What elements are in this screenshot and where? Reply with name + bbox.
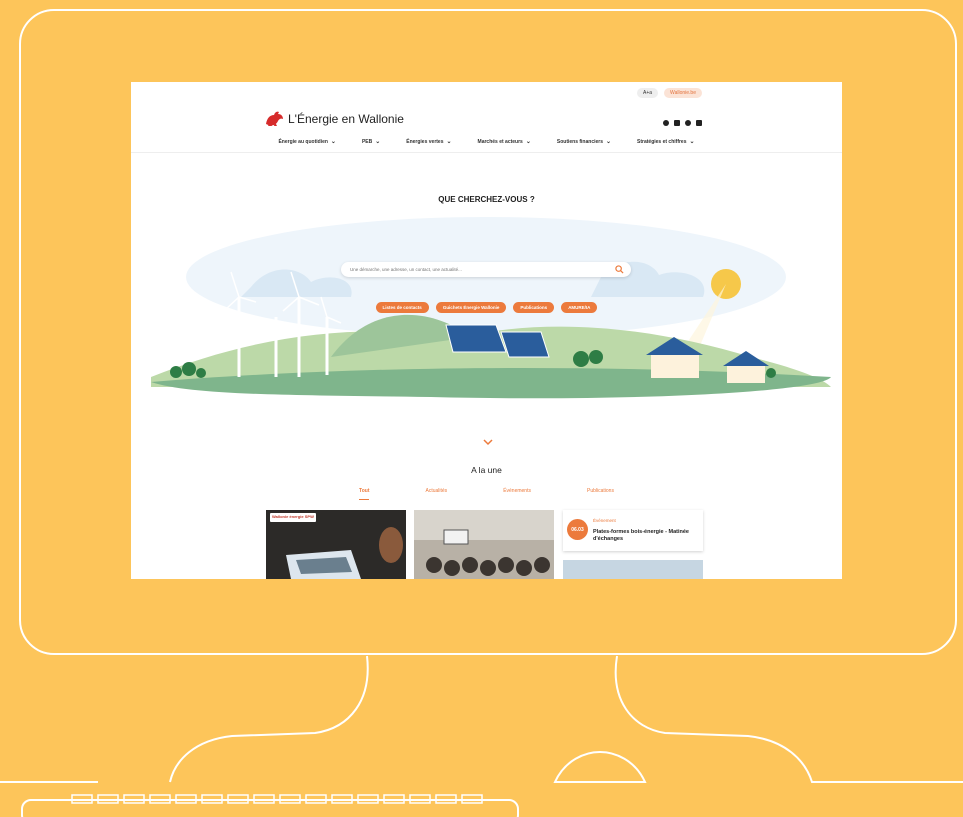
hero-landscape-illustration: [151, 217, 831, 399]
featured-tabs: Tout Actualités Événements Publications: [131, 488, 842, 500]
nav-label: PEB: [361, 138, 373, 145]
nav-label: Marchés et acteurs: [477, 138, 523, 145]
facebook-icon[interactable]: [674, 120, 680, 126]
tab-publications[interactable]: Publications: [587, 488, 614, 494]
nav-label: Énergie au quotidien: [278, 138, 328, 145]
quick-links: Listes de contacts Guichets Énergie Wall…: [131, 302, 842, 313]
nav-label: Stratégies et chiffres: [637, 138, 687, 145]
youtube-icon[interactable]: [685, 120, 691, 126]
website-screenshot: A+a Wallonie.be L'Énergie en Wallonie Én…: [131, 82, 842, 579]
featured-title: A la une: [471, 465, 502, 475]
card-badge: Wallonie énergie SPW: [270, 513, 316, 522]
chip-guichets-energie[interactable]: Guichets Énergie Wallonie: [435, 302, 507, 313]
chevron-down-icon[interactable]: [483, 438, 493, 446]
search-bar: [341, 262, 631, 277]
chevron-down-icon: ⌄: [689, 139, 695, 145]
wallonie-link[interactable]: Wallonie.be: [664, 88, 702, 98]
news-card-2[interactable]: [414, 510, 554, 579]
nav-label: Énergies vertes: [406, 138, 444, 145]
chevron-down-icon: ⌄: [606, 139, 612, 145]
event-title: Plates-formes bois-énergie - Matinée d'é…: [593, 529, 689, 542]
chip-amureia[interactable]: AMURE/IA: [561, 302, 598, 313]
nav-soutiens-financiers[interactable]: Soutiens financiers ⌄: [556, 138, 612, 146]
hero-title: QUE CHERCHEZ-VOUS ?: [438, 195, 535, 204]
nav-strategies-et-chiffres[interactable]: Stratégies et chiffres ⌄: [637, 138, 695, 146]
nav-energies-vertes[interactable]: Énergies vertes ⌄: [406, 138, 452, 146]
chevron-down-icon: ⌄: [330, 139, 336, 145]
chevron-down-icon: ⌄: [375, 139, 381, 145]
nav-label: Soutiens financiers: [556, 138, 603, 145]
linkedin-icon[interactable]: [696, 120, 702, 126]
top-utility-bar: A+a Wallonie.be: [637, 88, 702, 98]
nav-energie-au-quotidien[interactable]: Énergie au quotidien ⌄: [278, 138, 336, 146]
tab-tout[interactable]: Tout: [359, 488, 370, 500]
site-title: L'Énergie en Wallonie: [288, 112, 404, 126]
news-card-3[interactable]: [563, 560, 703, 579]
nav-peb[interactable]: PEB ⌄: [361, 138, 381, 146]
chip-listes-de-contacts[interactable]: Listes de contacts: [375, 302, 429, 313]
event-category: Événement: [593, 518, 616, 523]
news-card-1[interactable]: Wallonie énergie SPW: [266, 510, 406, 579]
search-icon[interactable]: [615, 265, 624, 274]
tab-actualites[interactable]: Actualités: [426, 488, 448, 494]
rooster-logo-icon: [266, 111, 283, 126]
chip-publications[interactable]: Publications: [513, 302, 555, 313]
event-card[interactable]: 06.03 Événement Plates-formes bois-énerg…: [563, 510, 703, 551]
nav-marches-et-acteurs[interactable]: Marchés et acteurs ⌄: [477, 138, 531, 146]
event-date: 06.03: [567, 519, 588, 540]
chevron-down-icon: ⌄: [446, 139, 452, 145]
social-links: [663, 120, 702, 126]
site-logo[interactable]: L'Énergie en Wallonie: [264, 110, 404, 128]
nav-divider: [131, 152, 842, 153]
tab-evenements[interactable]: Événements: [503, 488, 531, 494]
text-size-toggle[interactable]: A+a: [637, 88, 659, 98]
search-input[interactable]: [348, 266, 592, 273]
instagram-icon[interactable]: [663, 120, 669, 126]
main-navigation: Énergie au quotidien ⌄ PEB ⌄ Énergies vert…: [131, 138, 842, 146]
card-image: [414, 510, 554, 579]
chevron-down-icon: ⌄: [525, 139, 531, 145]
